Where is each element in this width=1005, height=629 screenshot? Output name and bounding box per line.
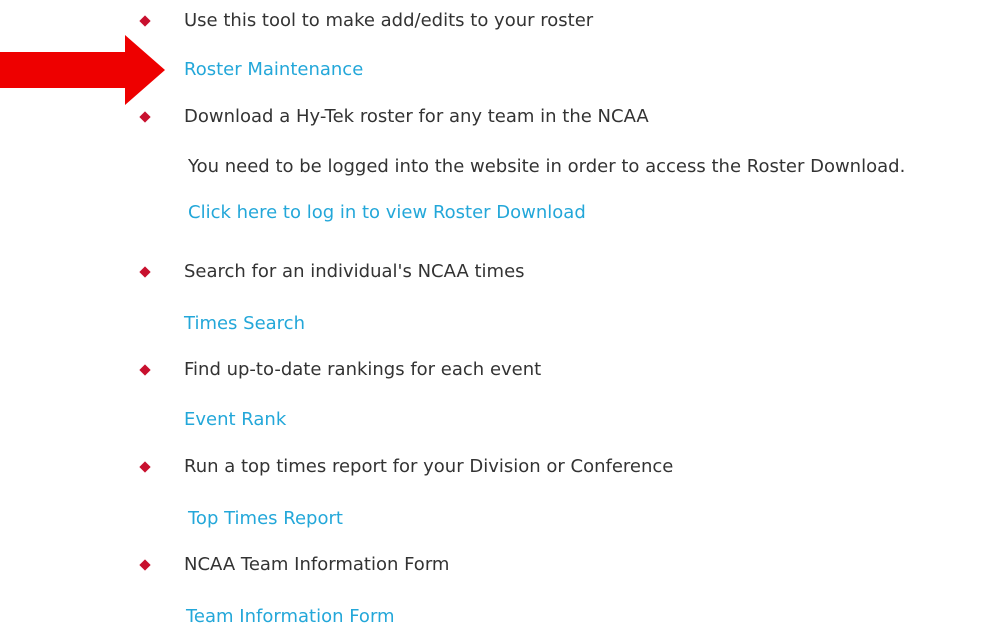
- item-description: Use this tool to make add/edits to your …: [184, 10, 594, 31]
- diamond-bullet-icon: [139, 364, 151, 376]
- item-description: Search for an individual's NCAA times: [184, 261, 525, 282]
- diamond-bullet-icon: [139, 15, 151, 27]
- item-description: Find up-to-date rankings for each event: [184, 359, 542, 380]
- roster-download-login-link[interactable]: Click here to log in to view Roster Down…: [188, 201, 586, 225]
- team-information-form-link[interactable]: Team Information Form: [186, 605, 395, 629]
- roster-maintenance-link[interactable]: Roster Maintenance: [184, 58, 363, 82]
- diamond-bullet-icon: [139, 559, 151, 571]
- red-arrow-icon: [0, 35, 165, 105]
- diamond-bullet-icon: [139, 266, 151, 278]
- event-rank-link[interactable]: Event Rank: [184, 408, 286, 432]
- item-description: Run a top times report for your Division…: [184, 456, 674, 477]
- times-search-link[interactable]: Times Search: [184, 312, 305, 336]
- item-description: Download a Hy-Tek roster for any team in…: [184, 106, 649, 127]
- diamond-bullet-icon: [139, 461, 151, 473]
- diamond-bullet-icon: [139, 111, 151, 123]
- top-times-report-link[interactable]: Top Times Report: [188, 507, 343, 531]
- item-description: NCAA Team Information Form: [184, 554, 450, 575]
- login-note: You need to be logged into the website i…: [188, 156, 906, 177]
